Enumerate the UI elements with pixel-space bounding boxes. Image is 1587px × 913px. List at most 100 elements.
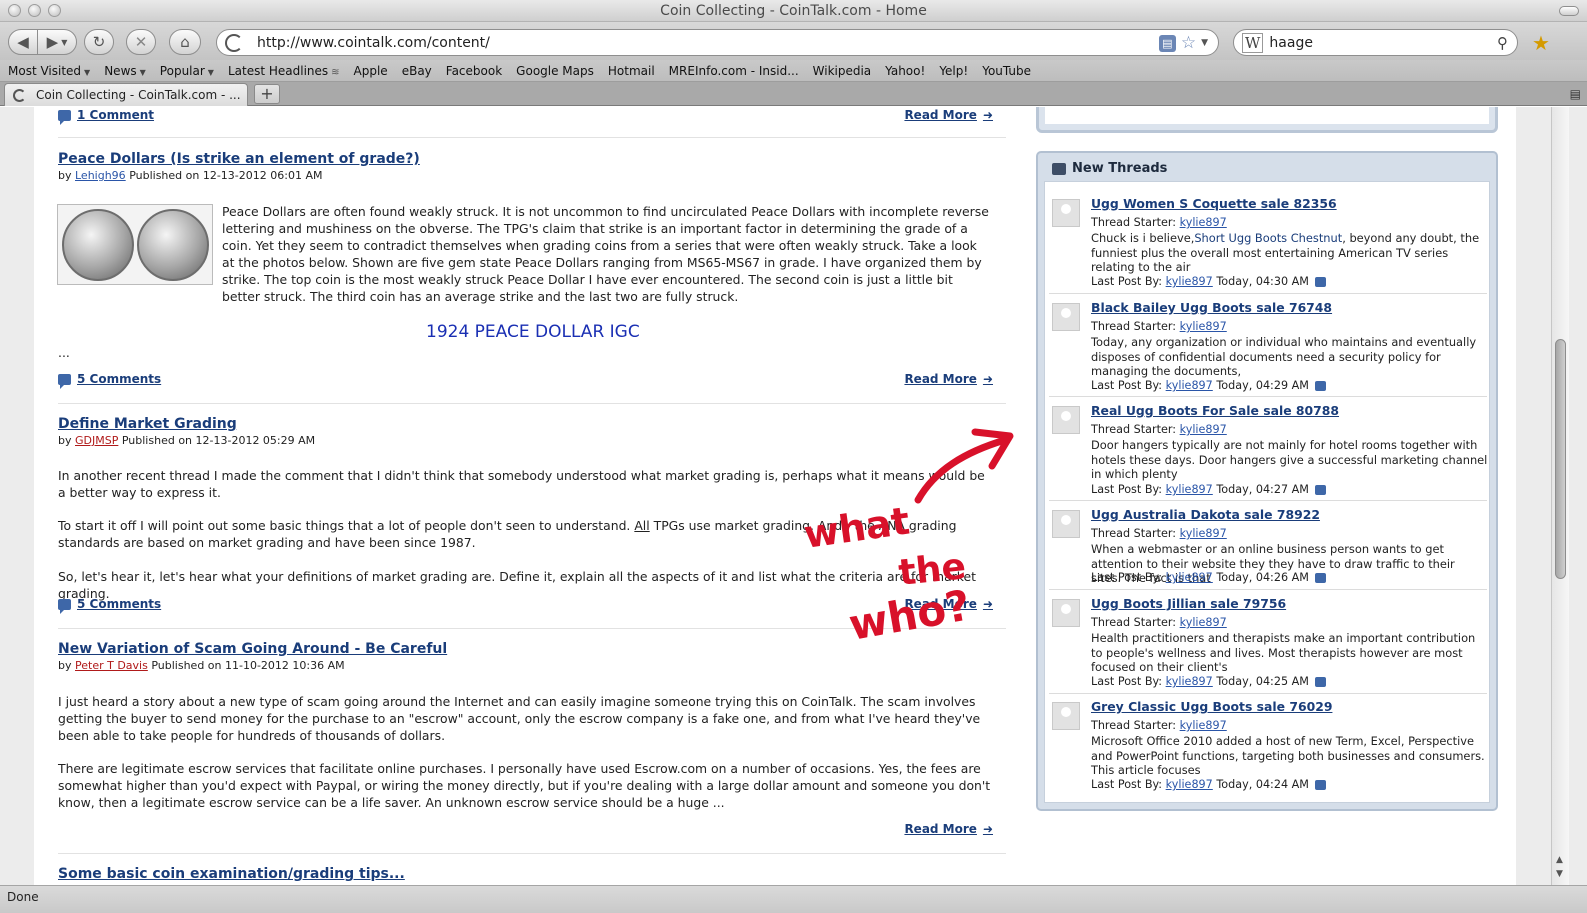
forward-button[interactable]: ▶ ▼ <box>37 29 77 55</box>
status-bar: Done <box>0 885 1587 913</box>
arrow-right-icon: ➜ <box>982 822 993 836</box>
go-to-post-icon[interactable] <box>1314 380 1326 391</box>
comments-link[interactable]: 5 Comments <box>58 597 161 614</box>
coin-thumbnail[interactable] <box>57 204 213 285</box>
bookmark-ebay[interactable]: eBay <box>402 64 432 78</box>
url-bar[interactable]: http://www.cointalk.com/content/ ▤ ☆ ▼ <box>216 29 1219 56</box>
bookmark-yahoo[interactable]: Yahoo! <box>885 64 925 78</box>
go-to-post-icon[interactable] <box>1314 276 1326 287</box>
bookmark-star-icon[interactable]: ☆ <box>1181 33 1196 53</box>
last-post-author-link[interactable]: kylie897 <box>1166 275 1213 288</box>
go-to-post-icon[interactable] <box>1314 572 1326 583</box>
starter-link[interactable]: kylie897 <box>1180 320 1227 333</box>
thread-title-link[interactable]: Black Bailey Ugg Boots sale 76748 <box>1091 300 1332 315</box>
search-bar[interactable]: W haage ⚲ <box>1233 29 1518 56</box>
scroll-up-icon[interactable]: ▲ <box>1556 855 1563 865</box>
comments-link[interactable]: 1 Comment <box>58 108 154 125</box>
arrow-right-icon: ➜ <box>982 597 993 611</box>
bookmark-apple[interactable]: Apple <box>354 64 388 78</box>
starter-link[interactable]: kylie897 <box>1180 719 1227 732</box>
thread-title-link[interactable]: Real Ugg Boots For Sale sale 80788 <box>1091 403 1339 418</box>
last-post-author-link[interactable]: kylie897 <box>1166 675 1213 688</box>
bookmark-yelp[interactable]: Yelp! <box>939 64 968 78</box>
avatar <box>1052 303 1080 331</box>
last-post-author-link[interactable]: kylie897 <box>1166 379 1213 392</box>
thread-starter: Thread Starter: kylie897 <box>1091 320 1227 333</box>
article-divider <box>58 137 1006 138</box>
bookmark-youtube[interactable]: YouTube <box>982 64 1031 78</box>
thread-title-link[interactable]: Ugg Boots Jillian sale 79756 <box>1091 596 1286 611</box>
bookmark-wikipedia[interactable]: Wikipedia <box>813 64 872 78</box>
last-post-author-link[interactable]: kylie897 <box>1166 571 1213 584</box>
igc-link[interactable]: 1924 PEACE DOLLAR IGC <box>426 322 640 342</box>
author-link[interactable]: GDJMSP <box>75 434 118 447</box>
scrollbar-thumb[interactable] <box>1555 339 1566 579</box>
comment-bubble-icon <box>58 373 71 389</box>
search-input[interactable]: haage <box>1269 35 1313 51</box>
article-divider <box>58 403 1006 404</box>
back-button[interactable]: ◀ <box>8 29 38 55</box>
last-post-author-link[interactable]: kylie897 <box>1166 778 1213 791</box>
stop-icon: ✕ <box>134 33 148 51</box>
window-title: Coin Collecting - CoinTalk.com - Home <box>660 3 927 19</box>
thread-title-link[interactable]: Ugg Australia Dakota sale 78922 <box>1091 507 1320 522</box>
site-favicon <box>225 33 243 52</box>
bookmark-latest-headlines[interactable]: Latest Headlines ≋ <box>228 64 340 78</box>
article-byline: by GDJMSP Published on 12-13-2012 05:29 … <box>58 434 316 447</box>
toolbar-toggle-button[interactable] <box>1559 6 1579 16</box>
excerpt-link[interactable]: Short Ugg Boots Chestnut <box>1194 231 1342 245</box>
bookmark-news[interactable]: News ▼ <box>104 64 146 78</box>
article-title-link[interactable]: Peace Dollars (Is strike an element of g… <box>58 151 420 167</box>
author-link[interactable]: Lehigh96 <box>75 169 126 182</box>
thread-title-link[interactable]: Grey Classic Ugg Boots sale 76029 <box>1091 699 1332 714</box>
sidebar-previous-block <box>1036 107 1498 133</box>
wikipedia-engine-icon[interactable]: W <box>1242 32 1264 53</box>
chevron-down-icon: ▼ <box>207 67 214 77</box>
url-dropdown-icon[interactable]: ▼ <box>1201 38 1208 48</box>
window-edge <box>1569 107 1587 885</box>
starter-link[interactable]: kylie897 <box>1180 616 1227 629</box>
rss-feed-icon[interactable]: ▤ <box>1158 34 1176 52</box>
go-to-post-icon[interactable] <box>1314 484 1326 495</box>
addon-tools-icon[interactable]: ★ <box>1532 31 1550 55</box>
reload-button[interactable]: ↻ <box>84 29 114 55</box>
article-title-link[interactable]: New Variation of Scam Going Around - Be … <box>58 641 447 657</box>
arrow-right-icon: ➜ <box>982 108 993 122</box>
read-more-link[interactable]: Read More ➜ <box>904 822 993 836</box>
article-title-link[interactable]: Define Market Grading <box>58 416 237 432</box>
bookmark-popular[interactable]: Popular ▼ <box>160 64 214 78</box>
bookmark-mreinfo[interactable]: MREInfo.com - Insid... <box>669 64 799 78</box>
page-scrollbar[interactable]: ▲ ▼ <box>1551 107 1569 885</box>
home-button[interactable]: ⌂ <box>169 29 201 55</box>
thread-excerpt: Today, any organization or individual wh… <box>1091 335 1477 378</box>
reload-icon: ↻ <box>92 33 106 51</box>
starter-link[interactable]: kylie897 <box>1180 527 1227 540</box>
bookmark-most-visited[interactable]: Most Visited ▼ <box>8 64 90 78</box>
bookmark-hotmail[interactable]: Hotmail <box>608 64 655 78</box>
read-more-link[interactable]: Read More ➜ <box>904 108 993 122</box>
scroll-down-icon[interactable]: ▼ <box>1556 869 1563 879</box>
bookmark-google-maps[interactable]: Google Maps <box>516 64 594 78</box>
read-more-link[interactable]: Read More ➜ <box>904 597 993 611</box>
author-link[interactable]: Peter T Davis <box>75 659 148 672</box>
article-title-link[interactable]: Some basic coin examination/grading tips… <box>58 866 405 882</box>
arrow-right-icon: ➜ <box>982 372 993 386</box>
comments-link[interactable]: 5 Comments <box>58 372 161 389</box>
tab-cointalk[interactable]: Coin Collecting - CoinTalk.com - ... <box>4 83 248 106</box>
go-to-post-icon[interactable] <box>1314 676 1326 687</box>
article-byline: by Lehigh96 Published on 12-13-2012 06:0… <box>58 169 323 182</box>
go-to-post-icon[interactable] <box>1314 779 1326 790</box>
read-more-link[interactable]: Read More ➜ <box>904 372 993 386</box>
bookmarks-toolbar: Most Visited ▼ News ▼ Popular ▼ Latest Head… <box>0 60 1587 82</box>
thread-title-link[interactable]: Ugg Women S Coquette sale 82356 <box>1091 196 1337 211</box>
bookmark-facebook[interactable]: Facebook <box>446 64 502 78</box>
starter-link[interactable]: kylie897 <box>1180 423 1227 436</box>
list-all-tabs-icon[interactable]: ▤ <box>1570 87 1581 101</box>
thread-separator <box>1049 396 1487 397</box>
comment-row: 1 Comment Read More ➜ <box>58 108 993 126</box>
last-post-author-link[interactable]: kylie897 <box>1166 483 1213 496</box>
stop-button[interactable]: ✕ <box>126 29 156 55</box>
starter-link[interactable]: kylie897 <box>1180 216 1227 229</box>
new-tab-button[interactable]: + <box>254 84 280 104</box>
search-icon[interactable]: ⚲ <box>1497 34 1508 52</box>
